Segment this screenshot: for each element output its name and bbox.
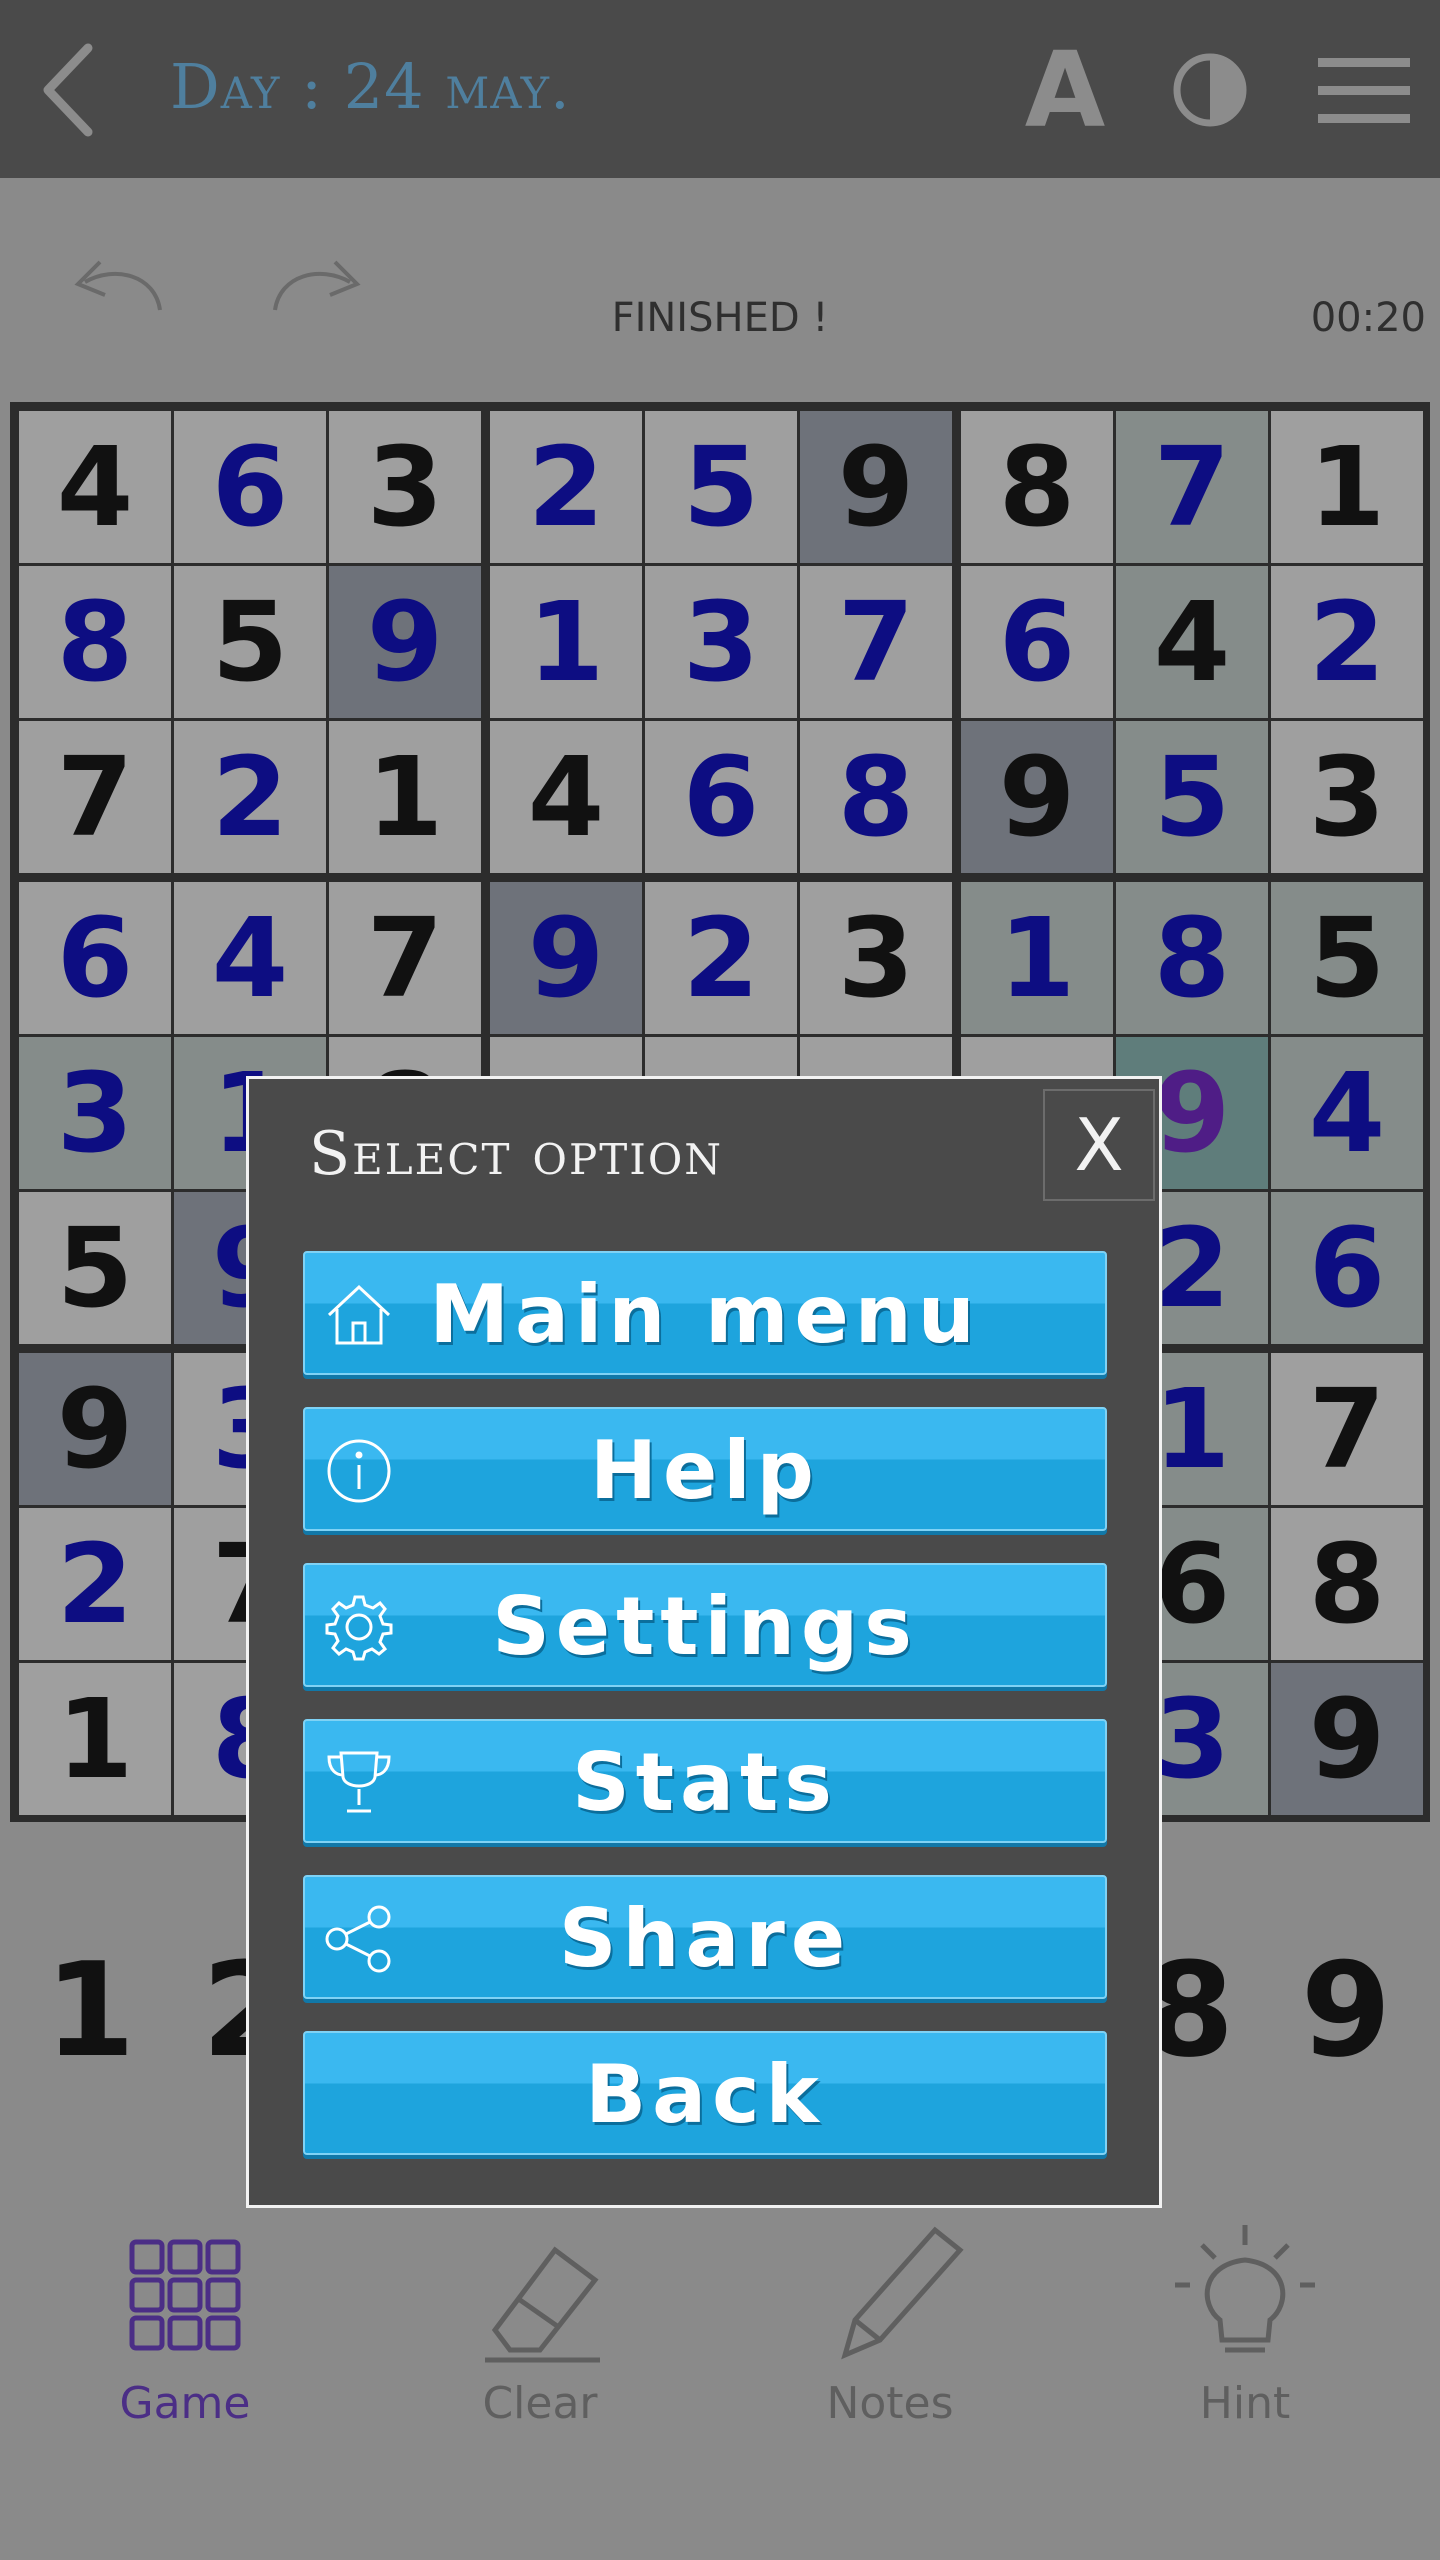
- sudoku-cell[interactable]: 1: [329, 721, 481, 873]
- share-button[interactable]: Share: [303, 1875, 1107, 1999]
- sudoku-cell[interactable]: 6: [19, 882, 171, 1034]
- close-button[interactable]: X: [1043, 1089, 1155, 1201]
- sudoku-cell[interactable]: 2: [174, 721, 326, 873]
- back-arrow-icon[interactable]: [38, 40, 98, 140]
- tab-label: Clear: [482, 2378, 598, 2429]
- sudoku-cell[interactable]: 9: [1271, 1663, 1423, 1815]
- sudoku-cell[interactable]: 8: [1271, 1508, 1423, 1660]
- option-label: Settings: [492, 1580, 918, 1673]
- sudoku-cell[interactable]: 3: [19, 1037, 171, 1189]
- tab-label: Game: [119, 2378, 251, 2429]
- sudoku-cell[interactable]: 6: [174, 411, 326, 563]
- undo-icon[interactable]: [60, 250, 170, 330]
- sudoku-cell[interactable]: 5: [645, 411, 797, 563]
- tab-label: Hint: [1199, 2378, 1291, 2429]
- contrast-icon[interactable]: [1170, 50, 1250, 130]
- top-bar: Day : 24 may. A: [0, 0, 1440, 178]
- sudoku-cell[interactable]: 9: [490, 882, 642, 1034]
- sudoku-cell[interactable]: 1: [490, 566, 642, 718]
- sudoku-cell[interactable]: 6: [961, 566, 1113, 718]
- sudoku-cell[interactable]: 7: [1271, 1353, 1423, 1505]
- help-button[interactable]: Help: [303, 1407, 1107, 1531]
- sudoku-cell[interactable]: 2: [1271, 566, 1423, 718]
- tab-hint[interactable]: Hint: [1115, 2200, 1375, 2460]
- sudoku-cell[interactable]: 5: [19, 1192, 171, 1344]
- sudoku-cell[interactable]: 1: [1271, 411, 1423, 563]
- option-label: Main menu: [429, 1268, 981, 1361]
- sudoku-cell[interactable]: 7: [800, 566, 952, 718]
- font-size-button[interactable]: A: [1020, 30, 1110, 150]
- sudoku-cell[interactable]: 5: [174, 566, 326, 718]
- sudoku-cell[interactable]: 4: [1271, 1037, 1423, 1189]
- game-timer: 00:20: [1310, 295, 1426, 341]
- sudoku-cell[interactable]: 2: [645, 882, 797, 1034]
- bottom-toolbar: Game Clear Notes Hint: [0, 2200, 1440, 2460]
- sudoku-cell[interactable]: 6: [645, 721, 797, 873]
- number-key[interactable]: 9: [1271, 1900, 1421, 2120]
- sudoku-cell[interactable]: 1: [961, 882, 1113, 1034]
- back-button[interactable]: Back: [303, 2031, 1107, 2155]
- number-key[interactable]: 1: [15, 1900, 165, 2120]
- dialog-title: Select option: [309, 1119, 724, 1189]
- page-title: Day : 24 may.: [170, 50, 571, 123]
- sudoku-cell[interactable]: 9: [19, 1353, 171, 1505]
- sudoku-cell[interactable]: 4: [174, 882, 326, 1034]
- sudoku-cell[interactable]: 4: [1116, 566, 1268, 718]
- sudoku-cell[interactable]: 2: [19, 1508, 171, 1660]
- sudoku-cell[interactable]: 3: [645, 566, 797, 718]
- sudoku-cell[interactable]: 3: [329, 411, 481, 563]
- option-label: Back: [585, 2048, 825, 2141]
- option-label: Stats: [572, 1736, 838, 1829]
- main-menu-button[interactable]: Main menu: [303, 1251, 1107, 1375]
- sudoku-cell[interactable]: 7: [19, 721, 171, 873]
- sudoku-cell[interactable]: 7: [329, 882, 481, 1034]
- sudoku-cell[interactable]: 1: [19, 1663, 171, 1815]
- tab-game[interactable]: Game: [55, 2200, 315, 2460]
- game-status: FINISHED !: [611, 295, 829, 341]
- sudoku-cell[interactable]: 8: [800, 721, 952, 873]
- option-label: Share: [558, 1892, 852, 1985]
- sudoku-cell[interactable]: 5: [1271, 882, 1423, 1034]
- tab-label: Notes: [826, 2378, 954, 2429]
- lightbulb-icon: [1175, 2225, 1315, 2353]
- sudoku-cell[interactable]: 5: [1116, 721, 1268, 873]
- grid-icon: [129, 2239, 241, 2351]
- sudoku-cell[interactable]: 3: [800, 882, 952, 1034]
- eraser-icon: [485, 2246, 600, 2363]
- sudoku-cell[interactable]: 2: [490, 411, 642, 563]
- sudoku-cell[interactable]: 3: [1271, 721, 1423, 873]
- hamburger-menu-icon[interactable]: [1318, 56, 1410, 126]
- sudoku-cell[interactable]: 9: [329, 566, 481, 718]
- sudoku-cell[interactable]: 4: [19, 411, 171, 563]
- pencil-icon: [841, 2226, 964, 2360]
- redo-icon[interactable]: [265, 250, 375, 330]
- option-label: Help: [590, 1424, 820, 1517]
- sudoku-cell[interactable]: 7: [1116, 411, 1268, 563]
- sudoku-cell[interactable]: 6: [1271, 1192, 1423, 1344]
- sudoku-cell[interactable]: 9: [800, 411, 952, 563]
- settings-button[interactable]: Settings: [303, 1563, 1107, 1687]
- sudoku-cell[interactable]: 4: [490, 721, 642, 873]
- tab-notes[interactable]: Notes: [760, 2200, 1020, 2460]
- sudoku-cell[interactable]: 8: [961, 411, 1113, 563]
- tab-clear[interactable]: Clear: [410, 2200, 670, 2460]
- sudoku-cell[interactable]: 8: [1116, 882, 1268, 1034]
- stats-button[interactable]: Stats: [303, 1719, 1107, 1843]
- select-option-dialog: Select option X Main menu Help Settings: [246, 1076, 1162, 2208]
- sudoku-cell[interactable]: 9: [961, 721, 1113, 873]
- sudoku-cell[interactable]: 8: [19, 566, 171, 718]
